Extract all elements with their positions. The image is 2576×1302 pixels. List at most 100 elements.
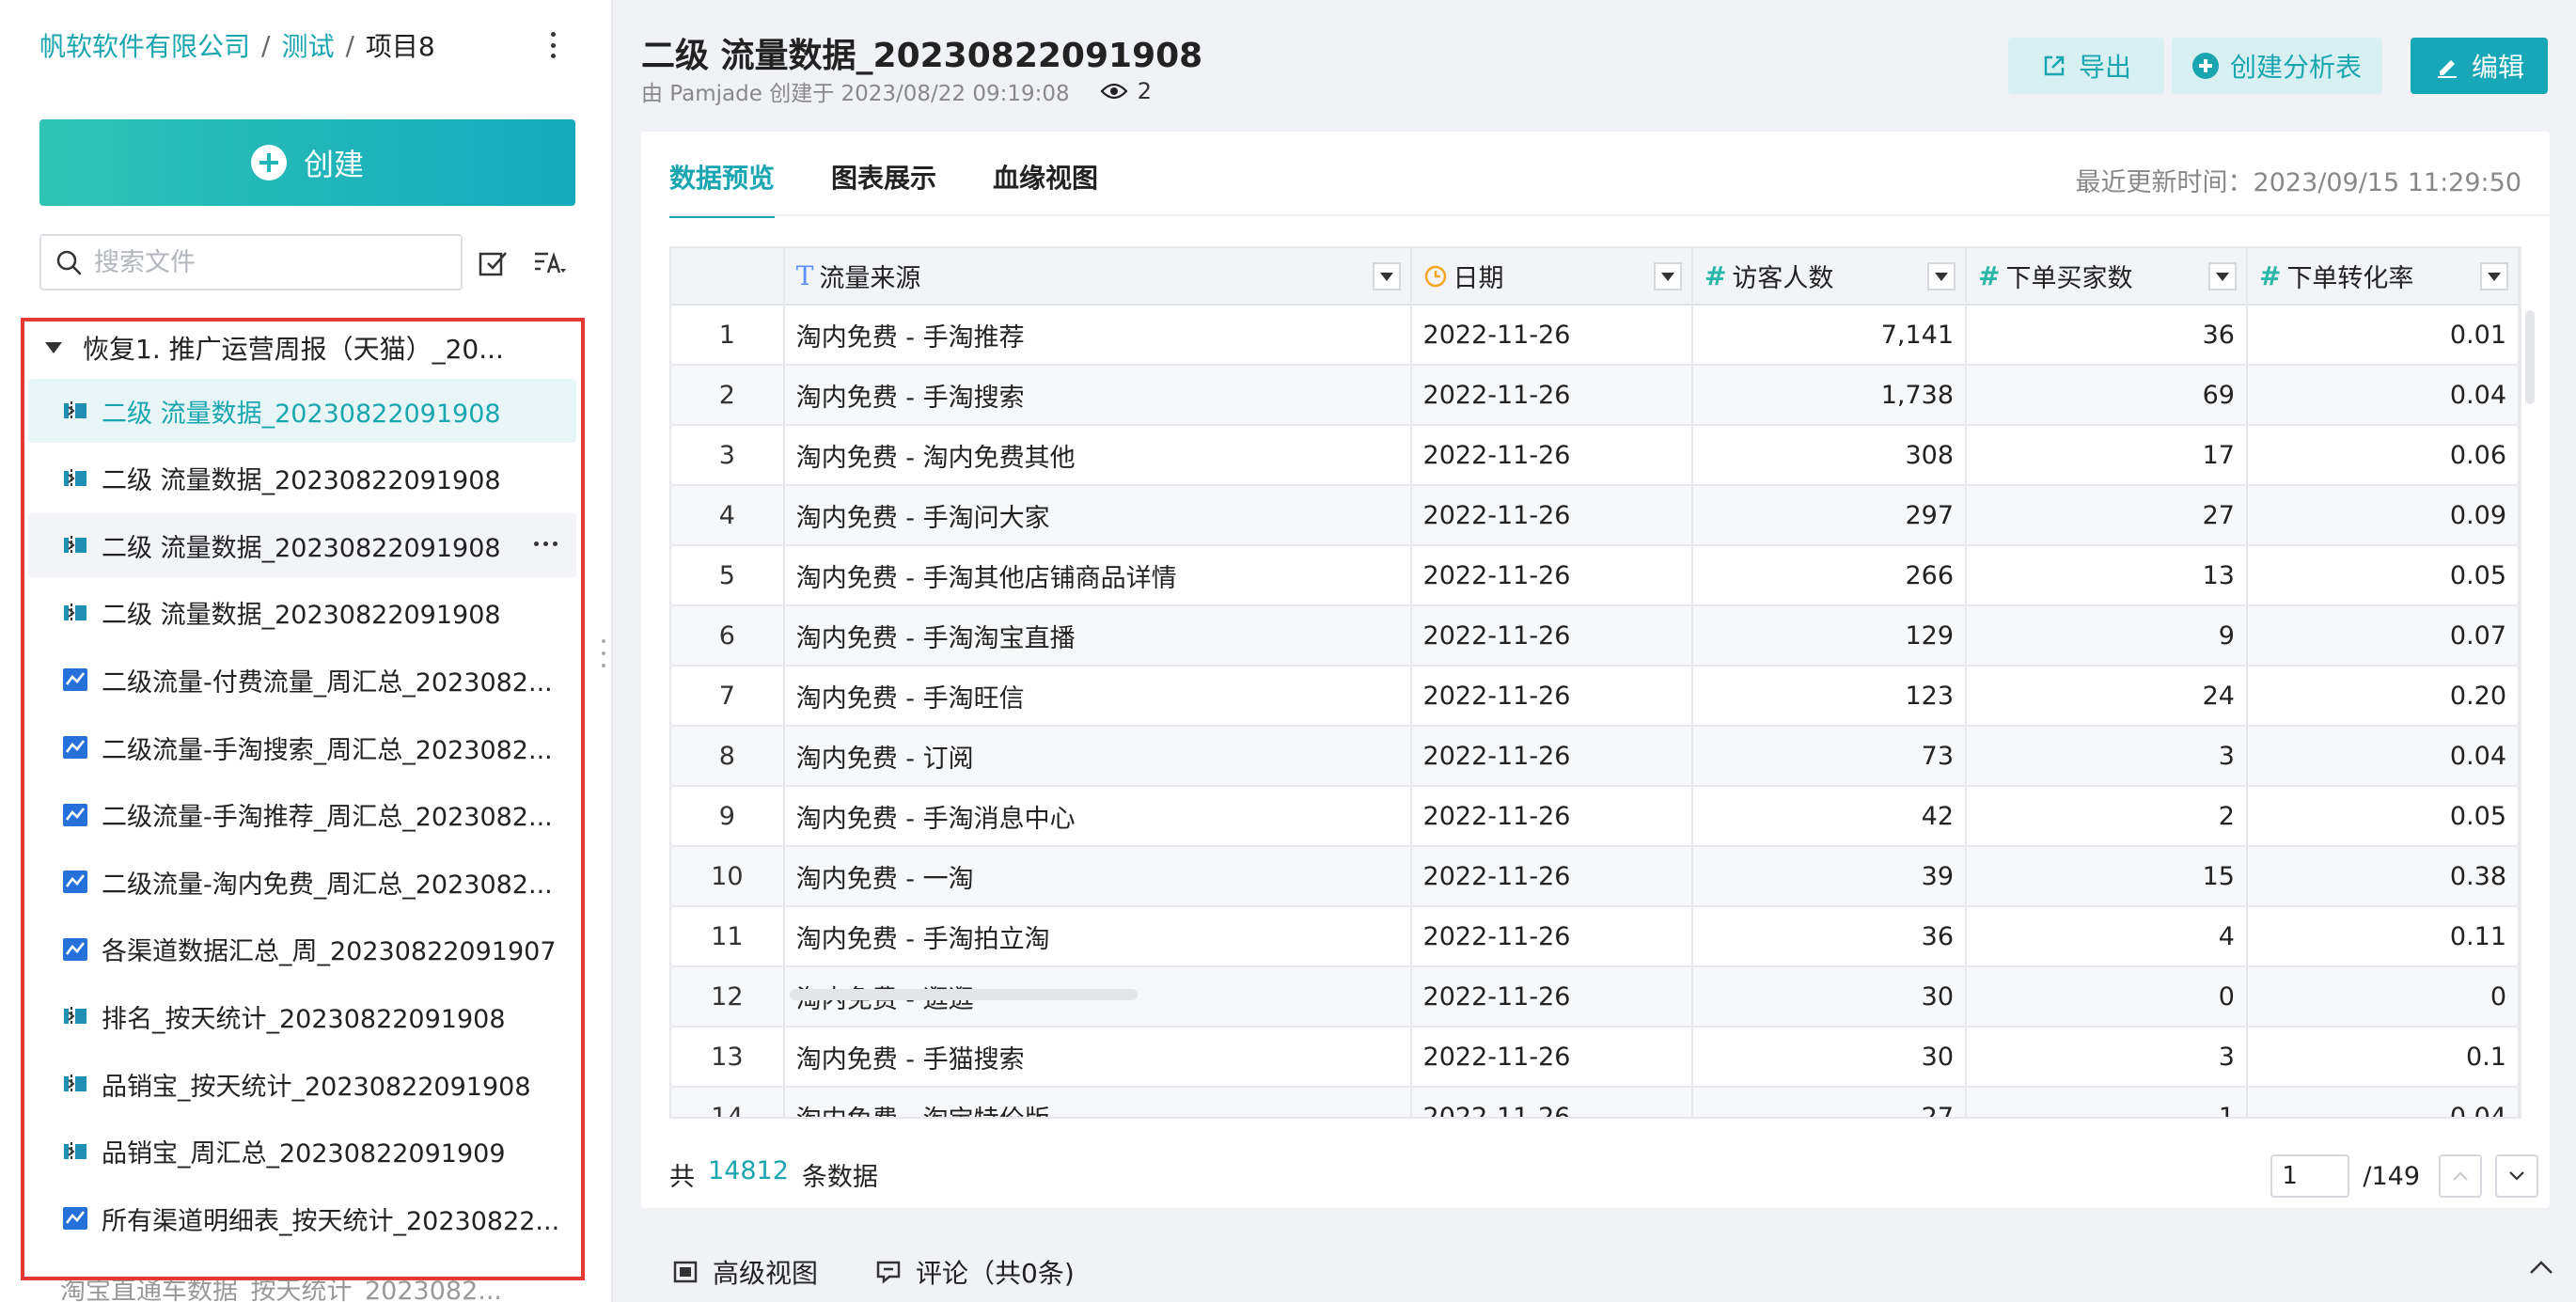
tab-data-preview[interactable]: 数据预览 [669, 158, 776, 218]
search-box [39, 234, 463, 290]
tab-bar: 数据预览 图表展示 血缘视图 [669, 158, 1098, 218]
table-cell: 2022-11-26 [1410, 545, 1693, 606]
column-dropdown-button[interactable] [1372, 262, 1401, 290]
tree-item[interactable]: 二级流量-付费流量_周汇总_2023082... [28, 648, 576, 712]
export-button[interactable]: 导出 [2008, 38, 2164, 94]
table-row[interactable]: 1 淘内免费 - 手淘推荐 2022-11-26 7,141 36 0.01 [671, 305, 2520, 366]
tree-item-label: 二级 流量数据_20230822091908 [102, 533, 501, 563]
table-cell: 1 [1966, 1087, 2248, 1117]
tree-item[interactable]: 二级流量-手淘搜索_周汇总_2023082... [28, 715, 576, 779]
comments-label: 评论（共0条) [916, 1257, 1075, 1289]
sort-icon[interactable] [531, 244, 569, 282]
last-updated: 最近更新时间：2023/09/15 11:29:50 [2075, 168, 2521, 197]
table-cell: 淘内免费 - 手淘问大家 [783, 485, 1412, 546]
vertical-scrollbar[interactable] [2525, 310, 2535, 404]
breadcrumb-folder[interactable]: 测试 [281, 26, 334, 64]
search-input[interactable] [94, 247, 451, 277]
chevron-up-icon[interactable] [2527, 1258, 2555, 1277]
tree-item-label: 二级流量-手淘推荐_周汇总_2023082... [102, 803, 553, 833]
tree-item[interactable]: 二级流量-手淘推荐_周汇总_2023082... [28, 783, 576, 847]
breadcrumb-company[interactable]: 帆软软件有限公司 [39, 26, 250, 64]
splitter-handle[interactable] [602, 639, 605, 667]
more-vertical-icon[interactable] [543, 28, 562, 62]
tree-item[interactable]: 各渠道数据汇总_周_20230822091907 [28, 918, 576, 981]
breadcrumb-project: 项目8 [365, 31, 435, 62]
table-cell: 2022-11-26 [1410, 906, 1693, 967]
dataset-icon [64, 468, 86, 488]
column-dropdown-button[interactable] [2207, 262, 2237, 290]
chevron-down-icon [2509, 1171, 2524, 1181]
table-cell: 297 [1691, 485, 1968, 546]
prev-page-button[interactable] [2439, 1154, 2482, 1198]
view-count-value: 2 [1137, 78, 1152, 104]
table-cell: 淘内免费 - 手淘拍立淘 [783, 906, 1412, 967]
comments-button[interactable]: 评论（共0条) [874, 1253, 1075, 1291]
table-cell: 0.04 [2246, 365, 2520, 426]
advanced-view-button[interactable]: 高级视图 [671, 1253, 818, 1291]
text-type-icon: T [795, 260, 814, 291]
column-dropdown-button[interactable] [2480, 262, 2508, 290]
analysis-icon [63, 668, 87, 692]
tree-item-label: 二级 流量数据_20230822091908 [102, 466, 501, 496]
tree-item[interactable]: 二级 流量数据_20230822091908 [28, 513, 576, 578]
table-cell: 0.05 [2246, 786, 2520, 847]
total-pages: /149 [2363, 1161, 2420, 1191]
check-square-icon[interactable] [475, 244, 512, 282]
edit-button[interactable]: 编辑 [2411, 38, 2548, 94]
tab-divider [669, 214, 2550, 216]
table-row[interactable]: 8 淘内免费 - 订阅 2022-11-26 73 3 0.04 [671, 726, 2520, 787]
record-count-value: 14812 [708, 1156, 789, 1185]
row-index: 4 [671, 485, 785, 546]
record-count-prefix: 共 [669, 1163, 695, 1192]
tree-item[interactable]: 排名_按天统计_20230822091908 [28, 984, 576, 1048]
tree-item[interactable]: 二级流量-淘内免费_周汇总_2023082... [28, 850, 576, 914]
analysis-icon [63, 1207, 87, 1231]
column-label: 访客人数 [1732, 264, 1834, 293]
table-row[interactable]: 9 淘内免费 - 手淘消息中心 2022-11-26 42 2 0.05 [671, 786, 2520, 847]
breadcrumb-separator: / [345, 29, 354, 61]
page-title: 二级 流量数据_20230822091908 [641, 37, 1203, 75]
table-cell: 2022-11-26 [1410, 305, 1693, 366]
table-row[interactable]: 2 淘内免费 - 手淘搜索 2022-11-26 1,738 69 0.04 [671, 365, 2520, 426]
create-button[interactable]: 创建 [39, 119, 575, 206]
tree-item[interactable]: 品销宝_周汇总_20230822091909 [28, 1120, 576, 1184]
table-cell: 0.06 [2246, 425, 2520, 486]
table-cell: 2022-11-26 [1410, 1087, 1693, 1117]
table-cell: 淘内免费 - 订阅 [783, 726, 1412, 787]
table-row[interactable]: 14淘内免费 - 淘宝特价版2022-11-262710.04 [671, 1087, 2520, 1117]
tree-item[interactable]: 二级 流量数据_20230822091908 [28, 447, 576, 510]
table-row[interactable]: 5 淘内免费 - 手淘其他店铺商品详情 2022-11-26 266 13 0.05 [671, 545, 2520, 606]
tree-item[interactable]: 所有渠道明细表_按天统计_20230822... [28, 1186, 576, 1250]
edit-icon [2437, 60, 2457, 78]
tree-item[interactable]: 品销宝_按天统计_20230822091908 [28, 1052, 576, 1116]
tree-item[interactable]: 二级 流量数据_20230822091908 [28, 581, 576, 645]
tab-lineage-view[interactable]: 血缘视图 [993, 158, 1098, 218]
table-cell: 9 [1966, 605, 2248, 667]
tab-chart-view[interactable]: 图表展示 [831, 158, 936, 218]
number-type-icon: # [2258, 260, 2282, 291]
table-row[interactable]: 6 淘内免费 - 手淘淘宝直播 2022-11-26 129 9 0.07 [671, 605, 2520, 667]
dataset-icon [64, 1007, 86, 1027]
data-table-container: T 流量来源 日期 # 访客人数 # 下单买家数 # 下单转化率 1 淘内免费 … [669, 246, 2521, 1119]
table-row[interactable]: 10 淘内免费 - 一淘 2022-11-26 39 15 0.38 [671, 846, 2520, 907]
horizontal-scrollbar[interactable] [790, 989, 1138, 1000]
table-row[interactable]: 13 淘内免费 - 手猫搜索 2022-11-26 30 3 0.1 [671, 1027, 2520, 1088]
table-row[interactable]: 7 淘内免费 - 手淘旺信 2022-11-26 123 24 0.20 [671, 666, 2520, 727]
column-dropdown-button[interactable] [1653, 262, 1682, 290]
next-page-button[interactable] [2495, 1154, 2538, 1198]
table-cell: 4 [1966, 906, 2248, 967]
table-cell: 0.38 [2246, 846, 2520, 907]
table-cell: 266 [1691, 545, 1968, 606]
table-row[interactable]: 11 淘内免费 - 手淘拍立淘 2022-11-26 36 4 0.11 [671, 906, 2520, 967]
clock-icon [1424, 265, 1446, 287]
page-input[interactable] [2270, 1154, 2350, 1198]
column-dropdown-button[interactable] [1927, 262, 1956, 290]
table-row[interactable]: 4 淘内免费 - 手淘问大家 2022-11-26 297 27 0.09 [671, 485, 2520, 546]
table-cell: 17 [1966, 425, 2248, 486]
table-row[interactable]: 3 淘内免费 - 淘内免费其他 2022-11-26 308 17 0.06 [671, 425, 2520, 486]
more-horizontal-icon[interactable] [534, 541, 558, 547]
create-analysis-button[interactable]: 创建分析表 [2172, 38, 2382, 94]
tree-root-folder[interactable]: 恢复1. 推广运营周报（天猫）_20... [21, 324, 504, 371]
tree-item[interactable]: 二级 流量数据_20230822091908 [28, 379, 576, 443]
table-cell: 2022-11-26 [1410, 605, 1693, 667]
